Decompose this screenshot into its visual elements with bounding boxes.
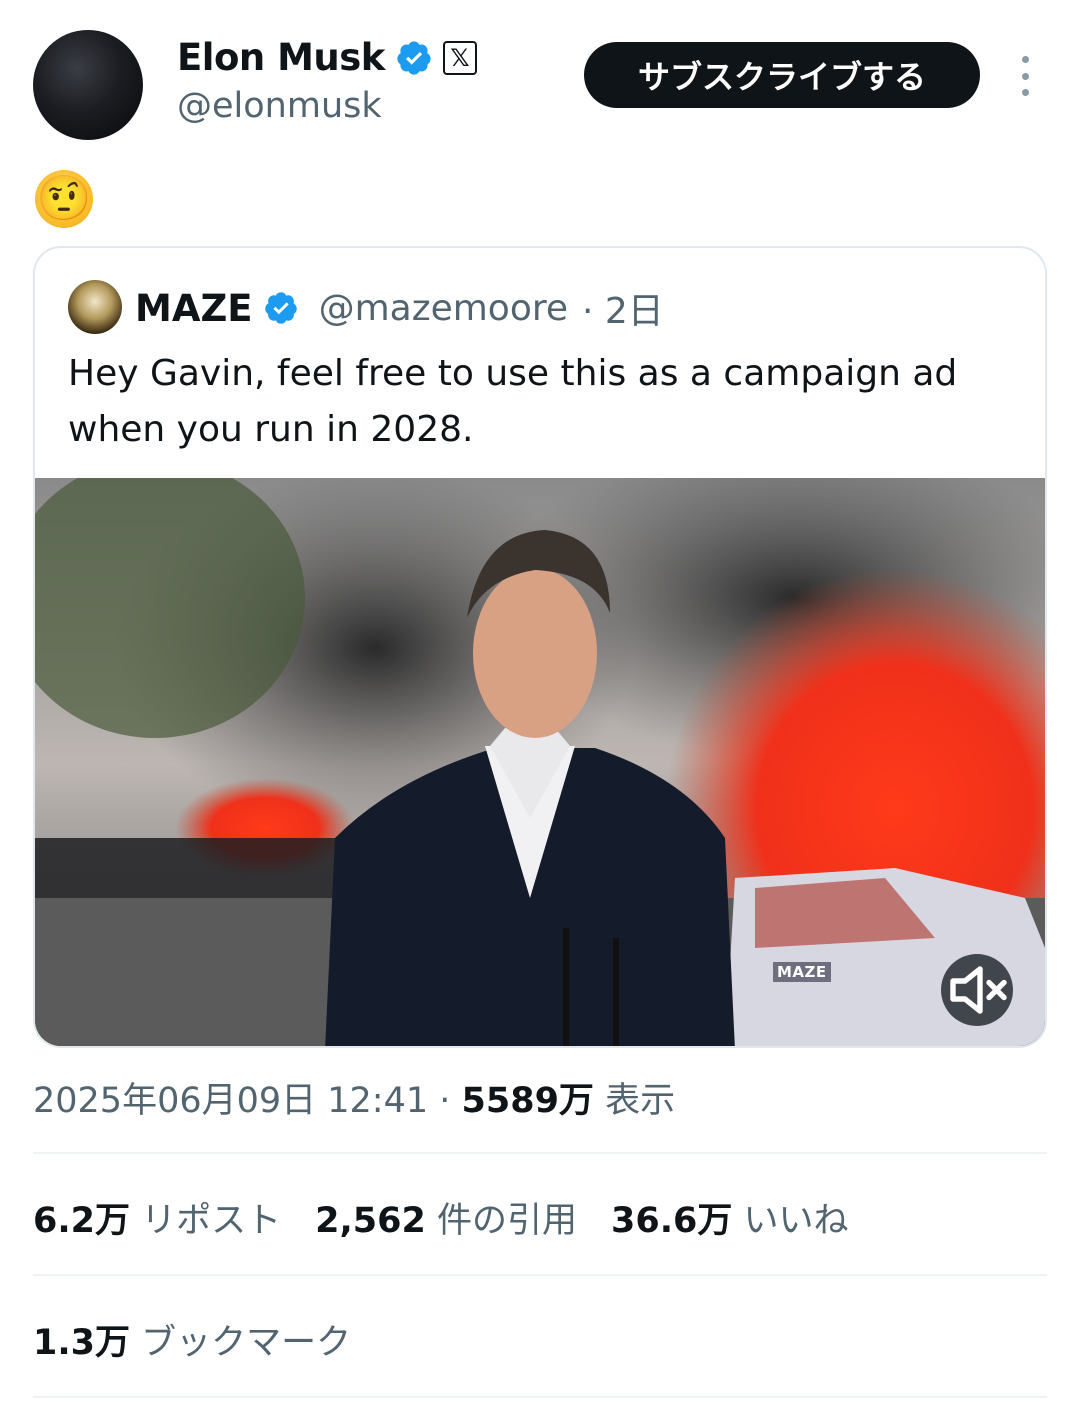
quoted-post-header: MAZE @mazemoore · 2日 [135, 282, 664, 334]
reposts-label: リポスト [130, 1201, 282, 1241]
likes-label: いいね [732, 1201, 849, 1241]
author-avatar[interactable] [33, 30, 143, 140]
divider [33, 1396, 1047, 1398]
subscribe-button[interactable]: サブスクライブする [584, 42, 980, 108]
views-label: 表示 [593, 1081, 676, 1121]
author-handle[interactable]: @elonmusk [177, 86, 382, 126]
quoted-author-name[interactable]: MAZE [135, 287, 253, 330]
author-name[interactable]: Elon Musk [177, 36, 385, 79]
quotes-stat[interactable]: 2,562 件の引用 [315, 1192, 577, 1243]
x-logo-icon: 𝕏 [442, 40, 477, 75]
bookmarks-stat[interactable]: 1.3万 ブックマーク [33, 1314, 351, 1365]
likes-stat[interactable]: 36.6万 いいね [611, 1192, 849, 1243]
bookmarks-label: ブックマーク [130, 1323, 352, 1363]
quotes-label: 件の引用 [425, 1201, 578, 1241]
post-text: 🤨 [35, 170, 93, 228]
video-watermark: MAZE [773, 962, 831, 982]
more-options-icon[interactable] [1010, 56, 1040, 96]
quoted-post-text: Hey Gavin, feel free to use this as a ca… [68, 353, 958, 450]
views-count: 5589万 [461, 1081, 594, 1121]
reposts-count: 6.2万 [33, 1201, 131, 1241]
quoted-video[interactable]: MAZE [35, 478, 1045, 1046]
video-frame [35, 478, 1045, 1046]
mute-toggle-button[interactable] [941, 954, 1013, 1026]
quoted-post[interactable]: MAZE @mazemoore · 2日 Hey Gavin, feel fre… [33, 246, 1047, 1048]
quoted-post-time[interactable]: · 2日 [582, 282, 664, 334]
divider [33, 1152, 1047, 1154]
speaker-muted-icon [950, 966, 1007, 1014]
engagement-stats: 6.2万 リポスト 2,562 件の引用 36.6万 いいね [33, 1192, 849, 1243]
post-header: Elon Musk 𝕏 @elonmusk サブスクライブする [0, 0, 1080, 150]
post-timestamp[interactable]: 2025年06月09日 12:41 · [33, 1081, 462, 1121]
quotes-count: 2,562 [315, 1201, 426, 1241]
divider [33, 1274, 1047, 1276]
post-meta: 2025年06月09日 12:41 · 5589万 表示 [33, 1072, 675, 1123]
likes-count: 36.6万 [611, 1201, 733, 1241]
author-name-row: Elon Musk 𝕏 [177, 36, 477, 79]
reposts-stat[interactable]: 6.2万 リポスト [33, 1192, 281, 1243]
bookmarks-count: 1.3万 [33, 1323, 131, 1363]
quoted-author-handle[interactable]: @mazemoore [319, 288, 568, 329]
verified-badge-icon [397, 40, 431, 75]
verified-badge-icon [264, 292, 297, 324]
quoted-author-avatar[interactable] [68, 280, 122, 334]
